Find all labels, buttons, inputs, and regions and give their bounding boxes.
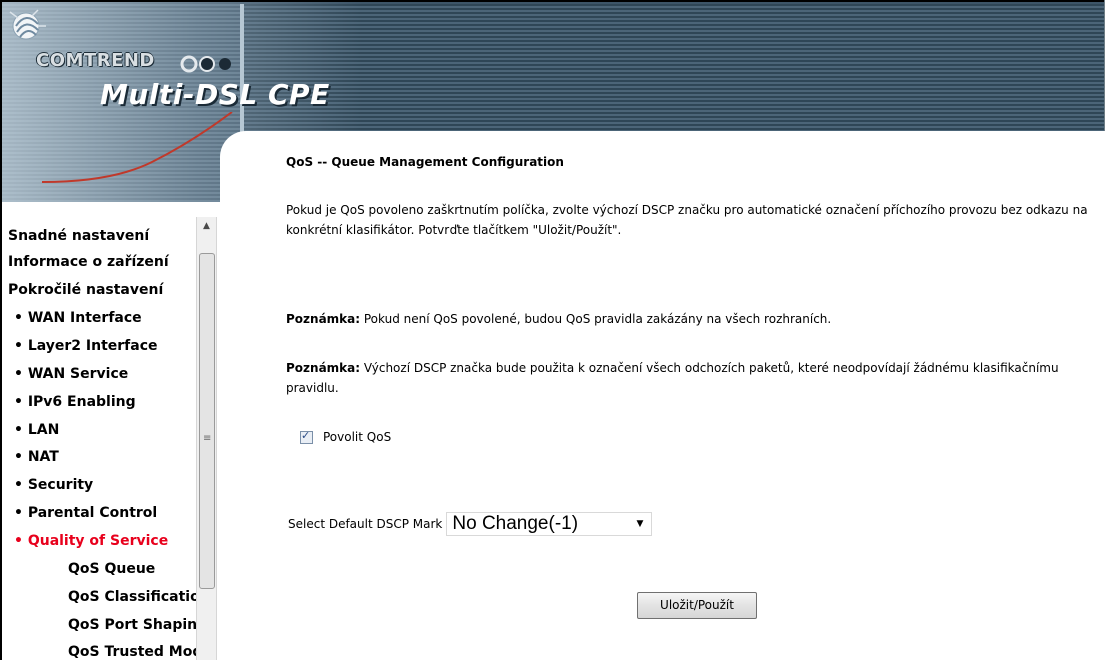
scroll-up-arrow-icon[interactable]: ▲ [197,217,216,236]
dscp-label: Select Default DSCP Mark [288,517,443,531]
default-dscp-select[interactable]: No Change(-1) ▼ [446,512,653,536]
dscp-selected-value: No Change(-1) [452,513,579,534]
sidebar-item-qos-classification[interactable]: QoS Classification [68,587,196,607]
note-text: Pokud není QoS povolené, budou QoS pravi… [360,312,832,326]
note-default-dscp: Poznámka: Výchozí DSCP značka bude použi… [286,358,1086,398]
sidebar-item-qos-port-shaping[interactable]: QoS Port Shaping [68,615,196,635]
note-label: Poznámka: [286,361,361,375]
note-label: Poznámka: [286,312,361,326]
swoosh-graphic [42,112,233,183]
sidebar-item-informace-o-zarizeni[interactable]: Informace o zařízení [8,252,169,272]
page-description: Pokud je QoS povoleno zaškrtnutím políčk… [286,203,1088,237]
sidebar-item-parental-control[interactable]: • Parental Control [14,503,157,523]
sidebar-item-ipv6-enabling[interactable]: • IPv6 Enabling [14,392,136,412]
page-title: QoS -- Queue Management Configuration [286,155,564,169]
scrollbar-grip-icon: ≡ [203,433,212,444]
sidebar-item-layer2-interface[interactable]: • Layer2 Interface [14,336,158,356]
sidebar-item-wan-service[interactable]: • WAN Service [14,364,128,384]
note-text: Výchozí DSCP značka bude použita k označ… [286,361,1059,395]
note-qos-disabled: Poznámka: Pokud není QoS povolené, budou… [286,312,831,326]
sidebar-item-security[interactable]: • Security [14,475,93,495]
enable-qos-label: Povolit QoS [323,430,392,444]
sidebar-item-nat[interactable]: • NAT [14,447,59,467]
sidebar-item-qos-trusted-mode[interactable]: QoS Trusted Mode [68,642,196,660]
enable-qos-row: ✓ Povolit QoS [300,428,392,444]
main-content: QoS -- Queue Management Configuration Po… [286,0,1105,660]
checkbox-check-icon: ✓ [301,428,311,442]
sidebar-item-pokrocile-nastaveni[interactable]: Pokročilé nastavení [8,280,163,300]
dscp-row: Select Default DSCP Mark No Change(-1) ▼ [288,512,653,536]
scrollbar-thumb[interactable]: ≡ [199,253,215,589]
enable-qos-checkbox[interactable]: ✓ [300,428,313,444]
sidebar-item-quality-of-service[interactable]: • Quality of Service [14,531,168,551]
brand-logo-text: COMTREND [36,50,155,71]
dropdown-arrow-icon: ▼ [636,519,644,529]
sidebar-item-qos-queue[interactable]: QoS Queue [68,559,155,579]
sidebar-scrollbar[interactable]: ▲ ≡ [196,217,217,660]
sidebar-item-wan-interface[interactable]: • WAN Interface [14,308,142,328]
sidebar-item-snadne-nastaveni[interactable]: Snadné nastavení [8,226,149,246]
sidebar-item-lan[interactable]: • LAN [14,420,59,440]
logo-rings-icon [180,55,231,73]
save-apply-button[interactable]: Uložit/Použít [637,592,757,619]
comtrend-logo-icon [9,9,46,40]
sidebar-menu: Snadné nastavení Informace o zařízení Po… [2,218,196,660]
